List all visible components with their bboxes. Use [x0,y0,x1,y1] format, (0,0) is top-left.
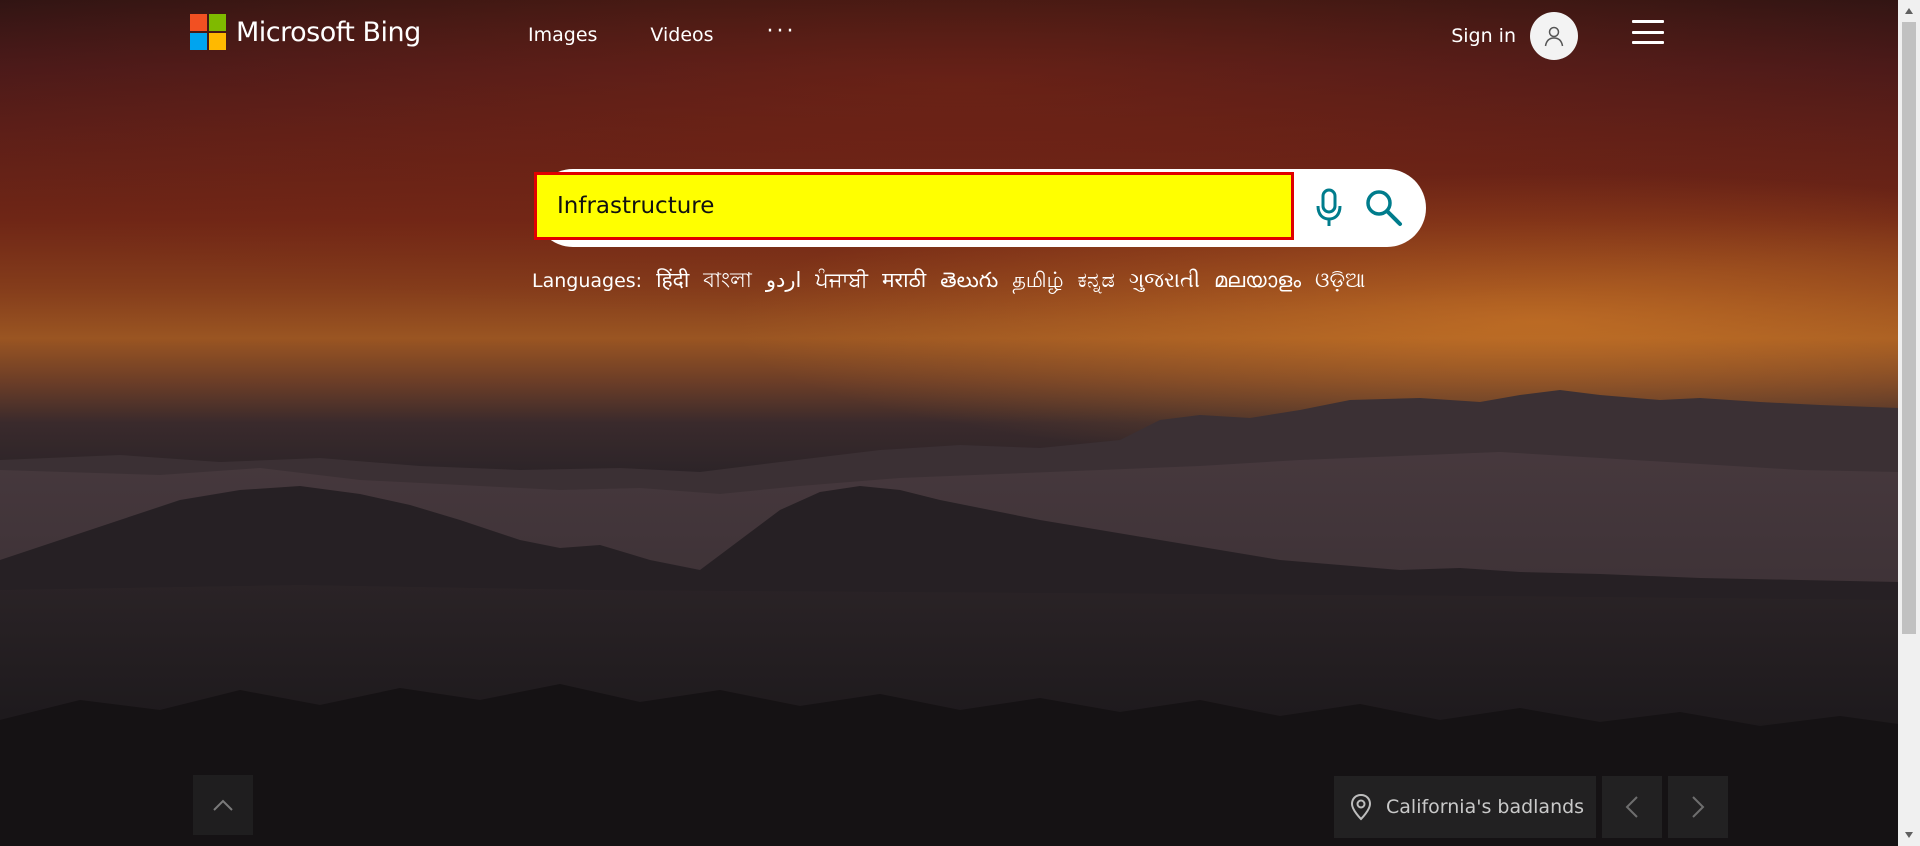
language-link-gujarati[interactable]: ગુજરાતી [1129,268,1200,293]
background-landscape-image [0,390,1898,846]
location-label: California's badlands [1386,796,1585,818]
search-box [534,169,1426,247]
language-link-hindi[interactable]: हिंदी [656,266,689,294]
scrollbar-thumb[interactable] [1902,22,1916,634]
avatar [1530,12,1578,60]
scroll-up-button[interactable] [193,775,253,835]
logo-square-yellow [209,33,226,50]
language-link-marathi[interactable]: मराठी [882,266,926,294]
hamburger-menu-button[interactable] [1632,20,1664,44]
scrollbar-down-arrow[interactable] [1898,824,1920,846]
microphone-icon [1316,188,1342,226]
voice-search-button[interactable] [1309,186,1349,230]
vertical-scrollbar[interactable] [1898,0,1920,846]
top-nav: Images Videos ··· [528,21,797,48]
language-link-bengali[interactable]: বাংলা [703,264,752,299]
language-link-malayalam[interactable]: മലയാളം [1214,268,1301,293]
sign-in-label: Sign in [1451,25,1516,47]
chevron-right-icon [1692,796,1705,818]
logo-square-blue [190,33,207,50]
logo-square-green [209,14,226,31]
logo-square-red [190,14,207,31]
search-button[interactable] [1360,186,1408,230]
bing-homepage: Microsoft Bing Images Videos ··· Sign in [0,0,1920,846]
language-link-odia[interactable]: ଓଡ଼ିଆ [1315,268,1365,293]
previous-image-button[interactable] [1602,776,1662,838]
nav-images-link[interactable]: Images [528,22,597,48]
languages-label: Languages: [532,270,643,292]
scrollbar-up-arrow[interactable] [1898,0,1920,22]
image-location-button[interactable]: California's badlands [1334,776,1596,838]
nav-more-button[interactable]: ··· [767,21,797,43]
hamburger-line [1632,41,1664,44]
search-input[interactable] [534,172,1294,240]
search-icon [1366,190,1402,226]
chevron-up-icon [213,799,233,811]
top-bar: Microsoft Bing Images Videos ··· Sign in [0,0,1898,70]
languages-bar: Languages: हिंदी বাংলা اردو ਪੰਜਾਬੀ मराठी… [532,264,1365,299]
language-link-urdu[interactable]: اردو [766,268,801,292]
next-image-button[interactable] [1668,776,1728,838]
hamburger-line [1632,30,1664,34]
triangle-down-icon [1905,832,1913,838]
microsoft-logo-icon [190,14,226,50]
language-link-punjabi[interactable]: ਪੰਜਾਬੀ [815,268,868,293]
language-link-tamil[interactable]: தமிழ் [1012,268,1063,295]
bing-logo-link[interactable]: Microsoft Bing [190,14,421,50]
hamburger-line [1632,20,1664,23]
language-link-kannada[interactable]: ಕನ್ನಡ [1078,268,1115,293]
chevron-left-icon [1625,796,1638,818]
logo-text: Microsoft Bing [236,16,421,48]
nav-videos-link[interactable]: Videos [650,22,713,48]
sign-in-button[interactable]: Sign in [1451,12,1578,60]
location-pin-icon [1350,793,1372,821]
language-link-telugu[interactable]: తెలుగు [940,268,998,298]
user-icon [1544,26,1564,47]
triangle-up-icon [1905,8,1913,14]
